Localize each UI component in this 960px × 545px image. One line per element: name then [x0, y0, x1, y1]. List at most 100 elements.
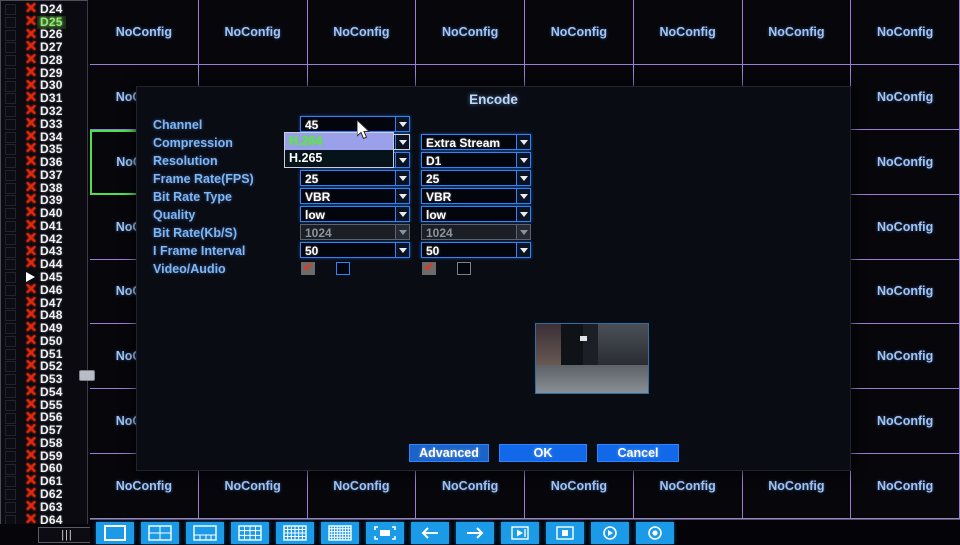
channel-cell[interactable]: NoConfig	[525, 0, 634, 65]
channel-checkbox-icon[interactable]	[5, 246, 16, 258]
channel-checkbox-icon[interactable]	[5, 412, 16, 424]
snapshot-icon[interactable]	[546, 522, 584, 544]
channel-row-d54[interactable]: ✕ D54	[5, 384, 87, 399]
channel-row-d58[interactable]: ✕ D58	[5, 435, 87, 450]
channel-row-d45[interactable]: D45	[5, 270, 87, 284]
i-frame-interval-main-select[interactable]: 50	[300, 242, 410, 258]
channel-cell[interactable]: NoConfig	[851, 0, 960, 65]
layout-1x1-icon[interactable]	[96, 522, 134, 544]
cancel-button[interactable]: Cancel	[597, 444, 679, 462]
channel-cell[interactable]: NoConfig	[307, 0, 417, 65]
channel-main-select[interactable]: 45	[300, 116, 410, 132]
channel-checkbox-icon[interactable]	[5, 55, 16, 67]
channel-row-d63[interactable]: ✕ D63	[5, 499, 87, 514]
dropdown-option-h264[interactable]: H.264	[285, 133, 393, 150]
chevron-down-icon[interactable]	[516, 153, 530, 167]
channel-checkbox-icon[interactable]	[5, 284, 16, 296]
channel-row-d41[interactable]: ✕ D41	[5, 218, 87, 233]
bit-rate-type-sub-select[interactable]: VBR	[421, 188, 531, 204]
channel-row-d28[interactable]: ✕ D28	[5, 52, 87, 67]
record-circle-icon[interactable]	[636, 522, 674, 544]
chevron-down-icon[interactable]	[395, 207, 409, 221]
playback-step-icon[interactable]	[501, 522, 539, 544]
layout-pip-icon[interactable]	[186, 522, 224, 544]
dropdown-option-h265[interactable]: H.265	[285, 150, 393, 167]
sidebar-scrollbar-thumb[interactable]	[79, 370, 95, 381]
channel-row-d46[interactable]: ✕ D46	[5, 282, 87, 297]
quality-main-select[interactable]: low	[300, 206, 410, 222]
channel-checkbox-icon[interactable]	[5, 335, 16, 347]
channel-checkbox-icon[interactable]	[5, 450, 16, 462]
compression-dropdown-menu[interactable]: H.264 H.265	[284, 132, 394, 168]
chevron-down-icon[interactable]	[395, 117, 409, 131]
ok-button[interactable]: OK	[499, 444, 587, 462]
channel-checkbox-icon[interactable]	[5, 489, 16, 501]
play-circle-icon[interactable]	[591, 522, 629, 544]
sub-audio-checkbox[interactable]	[457, 262, 471, 275]
channel-row-d32[interactable]: ✕ D32	[5, 103, 87, 118]
channel-cell[interactable]: NoConfig	[416, 0, 525, 65]
channel-checkbox-icon[interactable]	[5, 399, 16, 411]
sub-video-checkbox[interactable]	[422, 260, 436, 275]
channel-cell[interactable]: NoConfig	[851, 389, 960, 455]
channel-checkbox-icon[interactable]	[5, 144, 16, 156]
sidebar-resize-handle[interactable]: |||	[38, 527, 96, 543]
channel-checkbox-icon[interactable]	[5, 463, 16, 475]
chevron-down-icon[interactable]	[516, 243, 530, 257]
channel-row-d64[interactable]: ✕ D64	[5, 512, 87, 524]
channel-cell[interactable]: NoConfig	[851, 454, 960, 519]
channel-cell[interactable]: NoConfig	[851, 129, 960, 195]
chevron-down-icon[interactable]	[395, 171, 409, 185]
channel-row-d49[interactable]: ✕ D49	[5, 320, 87, 335]
channel-checkbox-icon[interactable]	[5, 208, 16, 220]
channel-list-sidebar[interactable]: ✕ D24 ✕ D25 ✕ D26 ✕ D27 ✕ D28 ✕ D29 ✕ D30 ✕ D31 ✕ D32 ✕ D33…	[0, 0, 88, 524]
channel-checkbox-icon[interactable]	[5, 106, 16, 118]
i-frame-interval-sub-select[interactable]: 50	[421, 242, 531, 258]
bit-rate-type-main-select[interactable]: VBR	[300, 188, 410, 204]
frame-rate-fps-sub-select[interactable]: 25	[421, 170, 531, 186]
quality-sub-select[interactable]: low	[421, 206, 531, 222]
main-audio-checkbox[interactable]	[336, 262, 350, 275]
channel-checkbox-icon[interactable]	[5, 93, 16, 105]
channel-row-d50[interactable]: ✕ D50	[5, 333, 87, 348]
chevron-down-icon[interactable]	[516, 189, 530, 203]
channel-cell[interactable]: NoConfig	[90, 0, 199, 65]
channel-checkbox-icon[interactable]	[5, 438, 16, 450]
channel-checkbox-icon[interactable]	[5, 323, 16, 335]
channel-checkbox-icon[interactable]	[5, 259, 16, 271]
channel-cell[interactable]: NoConfig	[851, 194, 960, 260]
channel-cell[interactable]: NoConfig	[198, 0, 308, 65]
channel-checkbox-icon[interactable]	[5, 4, 16, 15]
channel-checkbox-icon[interactable]	[5, 386, 16, 398]
layout-8x8-icon[interactable]	[321, 522, 359, 544]
layout-6x6-icon[interactable]	[276, 522, 314, 544]
channel-checkbox-icon[interactable]	[5, 233, 16, 245]
channel-cell[interactable]: NoConfig	[742, 0, 852, 65]
compression-sub-select[interactable]: Extra Stream	[421, 134, 531, 150]
main-video-checkbox[interactable]	[301, 260, 315, 275]
channel-checkbox-icon[interactable]	[5, 42, 16, 54]
chevron-down-icon[interactable]	[395, 225, 409, 239]
channel-checkbox-icon[interactable]	[5, 195, 16, 207]
chevron-down-icon[interactable]	[395, 135, 409, 149]
channel-checkbox-icon[interactable]	[5, 16, 16, 28]
channel-checkbox-icon[interactable]	[5, 272, 16, 284]
next-page-icon[interactable]	[456, 522, 494, 544]
chevron-down-icon[interactable]	[516, 171, 530, 185]
channel-checkbox-icon[interactable]	[5, 169, 16, 181]
channel-checkbox-icon[interactable]	[5, 348, 16, 360]
layout-2x2-icon[interactable]	[141, 522, 179, 544]
resolution-sub-select[interactable]: D1	[421, 152, 531, 168]
channel-checkbox-icon[interactable]	[5, 221, 16, 233]
channel-checkbox-icon[interactable]	[5, 29, 16, 41]
chevron-down-icon[interactable]	[516, 225, 530, 239]
channel-checkbox-icon[interactable]	[5, 182, 16, 194]
channel-checkbox-icon[interactable]	[5, 118, 16, 130]
channel-checkbox-icon[interactable]	[5, 425, 16, 437]
channel-row-d62[interactable]: ✕ D62	[5, 486, 87, 501]
chevron-down-icon[interactable]	[516, 135, 530, 149]
channel-checkbox-icon[interactable]	[5, 374, 16, 386]
channel-checkbox-icon[interactable]	[5, 157, 16, 169]
chevron-down-icon[interactable]	[395, 189, 409, 203]
channel-checkbox-icon[interactable]	[5, 131, 16, 143]
